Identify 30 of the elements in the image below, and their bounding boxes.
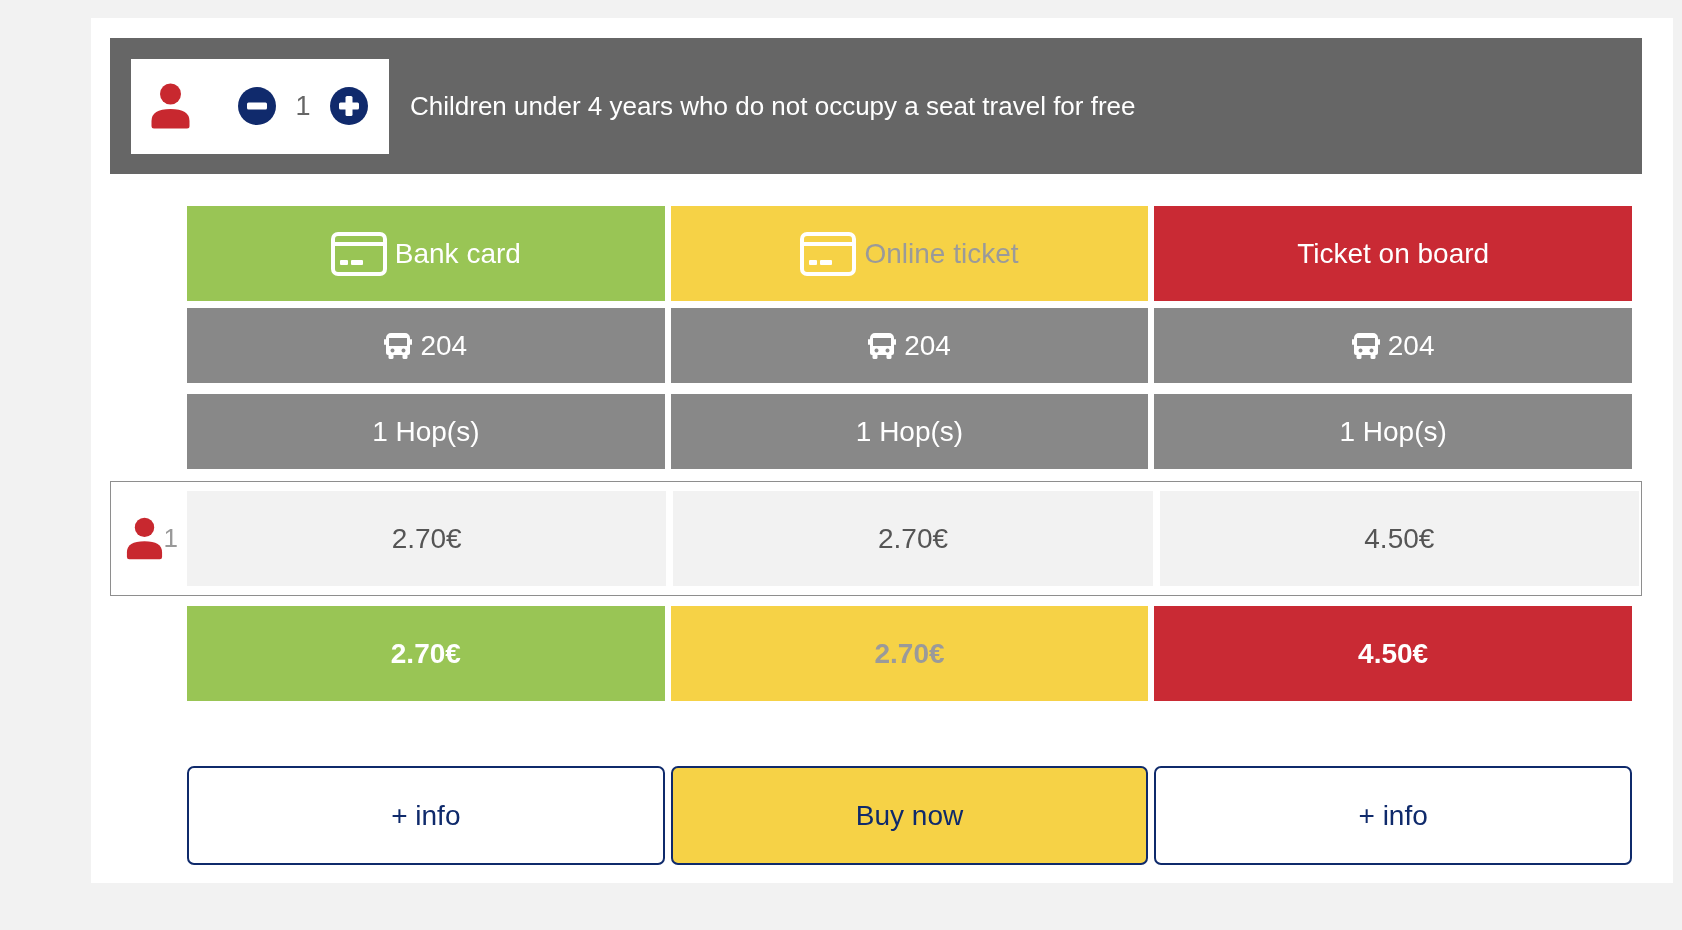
bus-icon [1351,332,1380,359]
plus-icon[interactable] [330,87,368,125]
hops-cell: 1 Hop(s) [670,394,1149,469]
passenger-number: 1 [163,522,178,555]
route-number: 204 [420,328,468,363]
route-number: 204 [904,328,951,363]
fare-type-label: Ticket on board [1297,236,1490,271]
person-icon [125,517,163,560]
person-icon [150,83,191,129]
credit-card-icon [330,231,387,276]
fare-type-label: Bank card [394,236,521,271]
hops-cell: 1 Hop(s) [1154,394,1632,469]
total-price-cell: 2.70€ [670,606,1149,701]
total-price-cell: 4.50€ [1154,606,1632,701]
minus-icon[interactable] [238,87,276,125]
price-cell: 2.70€ [187,491,667,586]
hops-cell: 1 Hop(s) [187,394,665,469]
passenger-count: 1 [294,89,312,123]
route-number: 204 [1387,328,1435,363]
info-button[interactable]: + info [187,766,665,865]
total-price-cell: 2.70€ [187,606,665,701]
bus-icon [868,332,897,359]
free-travel-note: Children under 4 years who do not occupy a seat travel for free [410,89,1136,123]
credit-card-icon [800,231,857,276]
buy-now-button[interactable]: Buy now [670,766,1149,865]
bus-icon [384,332,413,359]
price-cell: 2.70€ [673,491,1153,586]
info-button[interactable]: + info [1154,766,1632,865]
fare-type-label: Online ticket [864,236,1019,271]
price-cell: 4.50€ [1159,491,1639,586]
